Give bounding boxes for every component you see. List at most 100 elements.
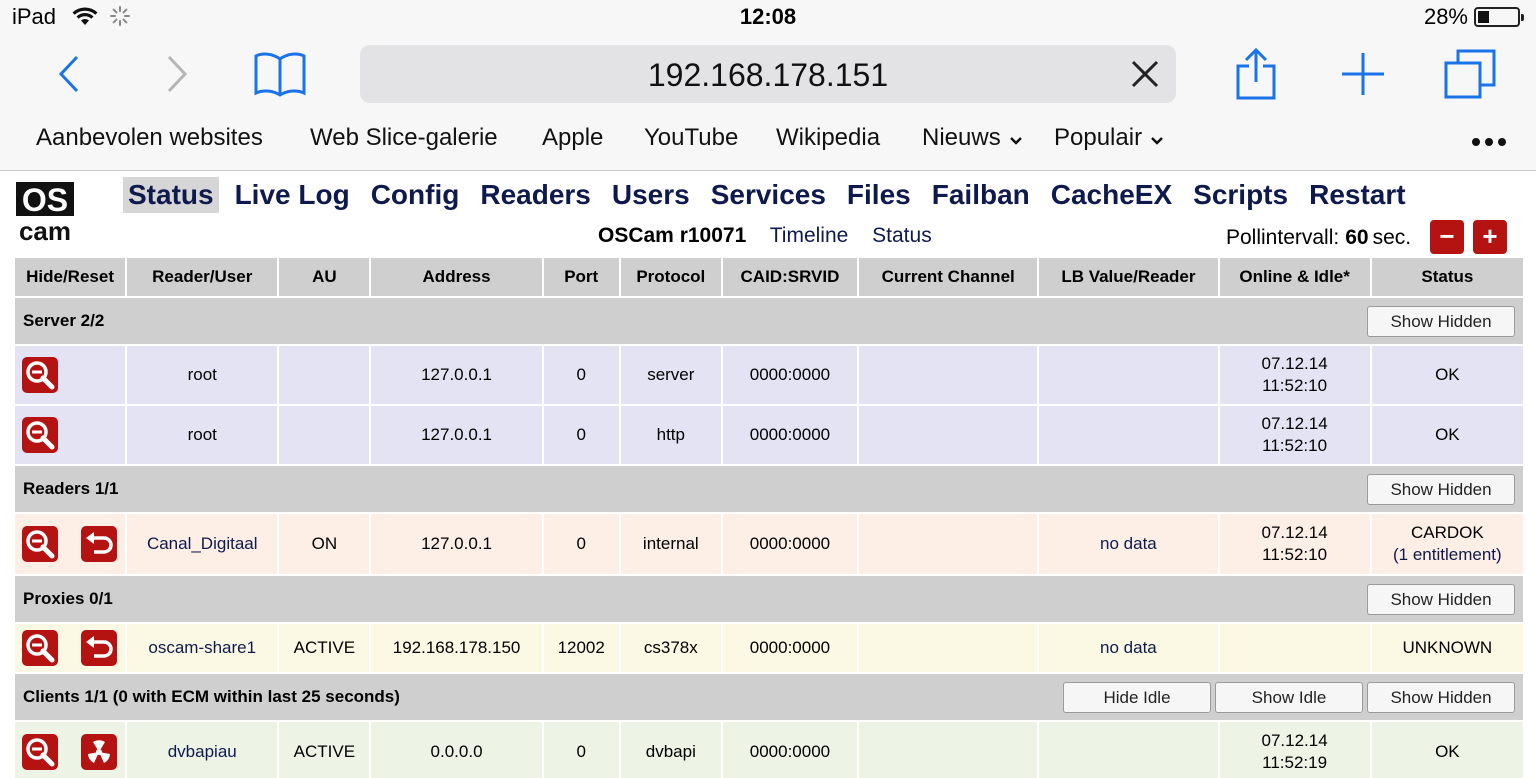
timeline-link[interactable]: Timeline	[770, 224, 849, 247]
status-link[interactable]: Status	[872, 224, 932, 247]
favorite-link[interactable]: Wikipedia	[776, 124, 880, 152]
menu-scripts[interactable]: Scripts	[1188, 177, 1293, 213]
reader-user-cell[interactable]: oscam-share1	[127, 624, 278, 672]
hide-icon[interactable]	[22, 734, 58, 770]
logo-text-os: OS	[22, 182, 68, 218]
reader-user-cell[interactable]: Canal_Digitaal	[127, 514, 278, 574]
poll-increase-button[interactable]: +	[1473, 220, 1507, 254]
lb-value-cell[interactable]: no data	[1039, 624, 1218, 672]
address-cell: 127.0.0.1	[371, 514, 542, 574]
back-icon[interactable]	[40, 44, 100, 104]
poll-decrease-button[interactable]: −	[1430, 220, 1464, 254]
online-time: 11:52:10	[1262, 545, 1328, 564]
current-channel-cell	[859, 722, 1038, 778]
favorite-link[interactable]: Aanbevolen websites	[36, 124, 263, 152]
menu-config[interactable]: Config	[366, 177, 465, 213]
favorite-folder[interactable]: Nieuws	[922, 124, 1023, 153]
chevron-down-icon	[1009, 125, 1023, 153]
battery-icon	[1474, 7, 1524, 27]
column-header: Reader/User	[127, 258, 278, 296]
column-header: Port	[543, 258, 619, 296]
protocol-cell: internal	[620, 514, 721, 574]
au-cell	[279, 346, 370, 404]
reader-user-cell[interactable]: dvbapiau	[127, 722, 278, 778]
favorite-link[interactable]: YouTube	[644, 124, 738, 152]
hide-icon[interactable]	[22, 630, 58, 666]
port-cell: 0	[543, 406, 619, 464]
column-header: Online & Idle*	[1219, 258, 1370, 296]
url-text[interactable]: 192.168.178.151	[360, 57, 1176, 94]
section-clients-header: Clients 1/1 (0 with ECM within last 25 s…	[15, 674, 1523, 720]
hide-icon[interactable]	[22, 357, 58, 393]
status-cell: OK	[1371, 346, 1523, 404]
ios-status-bar: iPad 12:08 28%	[0, 0, 1536, 34]
forward-icon[interactable]	[146, 44, 206, 104]
status-cell: OK	[1371, 406, 1523, 464]
entitlement-link[interactable]: (1 entitlement)	[1393, 545, 1502, 564]
port-cell: 0	[543, 514, 619, 574]
kill-icon[interactable]	[80, 734, 117, 770]
menu-services[interactable]: Services	[706, 177, 831, 213]
hide-icon[interactable]	[22, 417, 58, 453]
status-table: Hide/Reset Reader/User AU Address Port P…	[13, 256, 1525, 778]
online-time: 11:52:10	[1262, 436, 1328, 455]
menu-users[interactable]: Users	[607, 177, 695, 213]
tabs-icon[interactable]	[1440, 44, 1500, 104]
menu-status[interactable]: Status	[123, 177, 219, 213]
address-bar[interactable]: 192.168.178.151	[360, 45, 1176, 103]
au-cell: ACTIVE	[279, 624, 370, 672]
favorite-folder-label: Populair	[1054, 124, 1143, 151]
reset-icon[interactable]	[80, 526, 117, 562]
wifi-icon	[72, 6, 98, 26]
share-icon[interactable]	[1226, 44, 1286, 104]
status-cell: CARDOK (1 entitlement)	[1371, 514, 1523, 574]
lb-value-cell[interactable]: no data	[1039, 514, 1218, 574]
menu-restart[interactable]: Restart	[1304, 177, 1410, 213]
show-idle-button[interactable]: Show Idle	[1215, 682, 1363, 713]
protocol-cell: dvbapi	[620, 722, 721, 778]
sub-navigation: OSCam r10071 Timeline Status	[598, 224, 950, 248]
favorite-folder-label: Nieuws	[922, 124, 1001, 151]
menu-cacheex[interactable]: CacheEX	[1046, 177, 1177, 213]
clear-url-icon[interactable]	[1126, 55, 1164, 93]
oscam-web-page: OS cam Status Live Log Config Readers Us…	[0, 172, 1536, 778]
reset-icon[interactable]	[80, 630, 117, 666]
current-channel-cell	[859, 624, 1038, 672]
device-name: iPad	[12, 4, 57, 29]
main-menu: Status Live Log Config Readers Users Ser…	[123, 177, 1422, 213]
show-hidden-button[interactable]: Show Hidden	[1367, 474, 1515, 505]
battery-level-fill	[1478, 11, 1489, 23]
menu-live-log[interactable]: Live Log	[230, 177, 355, 213]
lb-value-cell	[1039, 406, 1218, 464]
bookmarks-icon[interactable]	[250, 44, 310, 104]
au-cell: ON	[279, 514, 370, 574]
lb-value-cell	[1039, 346, 1218, 404]
address-cell: 192.168.178.150	[371, 624, 542, 672]
menu-failban[interactable]: Failban	[927, 177, 1035, 213]
online-idle-cell: 07.12.14 11:52:10	[1219, 514, 1370, 574]
table-header-row: Hide/Reset Reader/User AU Address Port P…	[15, 258, 1523, 296]
section-title: Readers 1/1	[23, 479, 119, 498]
au-cell	[279, 406, 370, 464]
hide-icon[interactable]	[22, 526, 58, 562]
favorite-link[interactable]: Web Slice-galerie	[310, 124, 498, 152]
menu-readers[interactable]: Readers	[475, 177, 596, 213]
show-hidden-button[interactable]: Show Hidden	[1367, 306, 1515, 337]
hide-idle-button[interactable]: Hide Idle	[1063, 682, 1211, 713]
current-channel-cell	[859, 406, 1038, 464]
show-hidden-button[interactable]: Show Hidden	[1367, 584, 1515, 615]
version-label: OSCam r10071	[598, 224, 747, 247]
caid-srvid-cell: 0000:0000	[722, 624, 858, 672]
online-date: 07.12.14	[1261, 731, 1328, 750]
column-header: LB Value/Reader	[1039, 258, 1218, 296]
online-idle-cell	[1219, 624, 1370, 672]
new-tab-icon[interactable]	[1333, 44, 1393, 104]
favorite-link[interactable]: Apple	[542, 124, 603, 152]
more-icon[interactable]	[1472, 138, 1506, 146]
online-date: 07.12.14	[1261, 414, 1328, 433]
favorite-folder[interactable]: Populair	[1054, 124, 1164, 153]
table-row: dvbapiau ACTIVE 0.0.0.0 0 dvbapi 0000:00…	[15, 722, 1523, 778]
section-proxies-header: Proxies 0/1 Show Hidden	[15, 576, 1523, 622]
show-hidden-button[interactable]: Show Hidden	[1367, 682, 1515, 713]
menu-files[interactable]: Files	[842, 177, 916, 213]
